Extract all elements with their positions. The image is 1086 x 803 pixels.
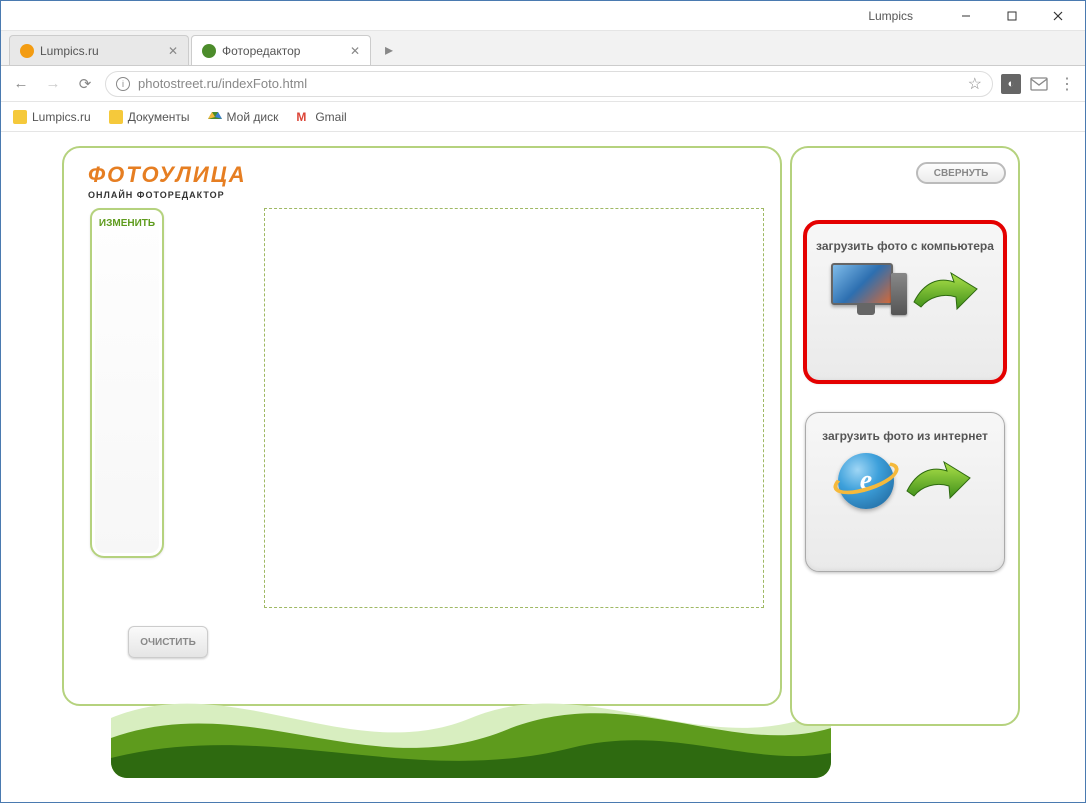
location-icon[interactable]: ◐ — [1001, 74, 1021, 94]
upload-side-panel: СВЕРНУТЬ загрузить фото с компьютера — [790, 146, 1020, 726]
drive-icon — [208, 110, 222, 124]
url-text: photostreet.ru/indexFoto.html — [138, 76, 307, 91]
upload-card-title: загрузить фото с компьютера — [816, 239, 994, 253]
decorative-wave — [111, 658, 831, 778]
editor-main-panel: ФОТОУЛИЦА ОНЛАЙН ФОТОРЕДАКТОР ИЗМЕНИТЬ О… — [62, 146, 782, 706]
collapse-button[interactable]: СВЕРНУТЬ — [916, 162, 1006, 184]
maximize-button[interactable] — [989, 2, 1035, 30]
favicon-icon — [20, 44, 34, 58]
page-viewport: ФОТОУЛИЦА ОНЛАЙН ФОТОРЕДАКТОР ИЗМЕНИТЬ О… — [1, 132, 1085, 802]
site-info-icon[interactable]: i — [116, 77, 130, 91]
nav-back-button[interactable]: ← — [9, 72, 33, 96]
tab-label: Фоторедактор — [222, 44, 300, 58]
browser-tab-active[interactable]: Фоторедактор ✕ — [191, 35, 371, 65]
folder-icon — [109, 110, 123, 124]
upload-from-internet-button[interactable]: загрузить фото из интернет — [805, 412, 1005, 572]
sidebar-edit-tab[interactable]: ИЗМЕНИТЬ — [90, 208, 164, 558]
bookmark-item[interactable]: Мой диск — [208, 110, 279, 124]
bookmarks-bar: Lumpics.ru Документы Мой диск M Gmail — [1, 102, 1085, 132]
close-button[interactable] — [1035, 2, 1081, 30]
address-bar: ← → ⟳ i photostreet.ru/indexFoto.html ☆ … — [1, 66, 1085, 102]
mail-icon[interactable] — [1029, 74, 1049, 94]
arrow-right-icon — [902, 456, 972, 506]
minimize-button[interactable] — [943, 2, 989, 30]
nav-reload-button[interactable]: ⟳ — [73, 72, 97, 96]
sidebar-tab-label: ИЗМЕНИТЬ — [92, 210, 162, 229]
browser-tab[interactable]: Lumpics.ru ✕ — [9, 35, 189, 65]
logo-subtitle: ОНЛАЙН ФОТОРЕДАКТОР — [88, 190, 247, 200]
computer-icon — [831, 263, 901, 321]
bookmark-item[interactable]: Lumpics.ru — [13, 110, 91, 124]
tab-close-icon[interactable]: ✕ — [168, 44, 178, 58]
favicon-icon — [202, 44, 216, 58]
upload-card-title: загрузить фото из интернет — [816, 429, 994, 443]
url-input[interactable]: i photostreet.ru/indexFoto.html ☆ — [105, 71, 993, 97]
bookmark-item[interactable]: Документы — [109, 110, 190, 124]
bookmark-item[interactable]: M Gmail — [296, 110, 346, 124]
new-tab-button[interactable]: ▸ — [377, 38, 401, 62]
app-logo: ФОТОУЛИЦА ОНЛАЙН ФОТОРЕДАКТОР — [88, 162, 247, 200]
window-title: Lumpics — [868, 9, 913, 23]
nav-forward-button[interactable]: → — [41, 72, 65, 96]
photo-canvas[interactable] — [264, 208, 764, 608]
logo-title: ФОТОУЛИЦА — [88, 162, 247, 188]
arrow-right-icon — [909, 267, 979, 317]
clear-button[interactable]: ОЧИСТИТЬ — [128, 626, 208, 658]
tab-label: Lumpics.ru — [40, 44, 99, 58]
gmail-icon: M — [296, 110, 310, 124]
window-titlebar: Lumpics — [1, 1, 1085, 31]
folder-icon — [13, 110, 27, 124]
tab-close-icon[interactable]: ✕ — [350, 44, 360, 58]
upload-from-computer-button[interactable]: загрузить фото с компьютера — [805, 222, 1005, 382]
bookmark-star-icon[interactable]: ☆ — [968, 74, 982, 94]
internet-explorer-icon — [838, 453, 894, 509]
menu-icon[interactable]: ⋮ — [1057, 74, 1077, 94]
browser-tabstrip: Lumpics.ru ✕ Фоторедактор ✕ ▸ — [1, 31, 1085, 66]
